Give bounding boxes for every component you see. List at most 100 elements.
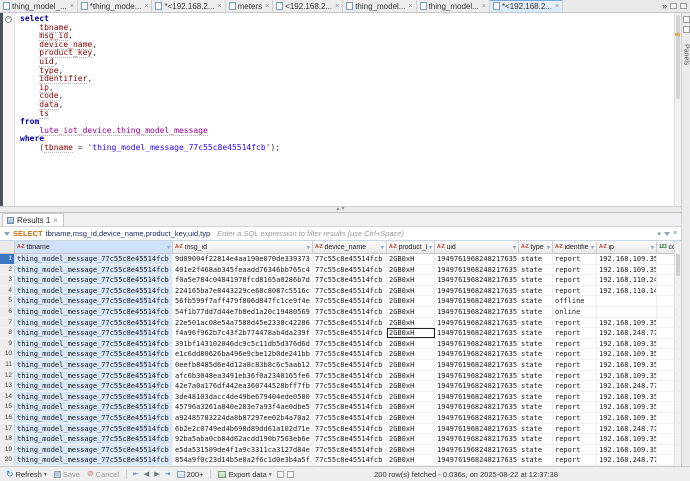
row-number[interactable]: 15 xyxy=(0,402,15,412)
cell-product_key[interactable]: 2GB0xH xyxy=(387,434,435,444)
editor-tab[interactable]: <192.168.2...× xyxy=(273,0,343,12)
cell-msg_id[interactable]: 224165ba7e8443229ce68c8087c5516c xyxy=(173,286,313,296)
cell-msg_id[interactable]: 42e7a0a176df442ea360744528bff7fb xyxy=(173,381,313,391)
cell-product_key[interactable]: 2GB0xH xyxy=(387,381,435,391)
cell-type[interactable]: state xyxy=(519,328,553,338)
cell-code[interactable]: 0 xyxy=(657,402,674,412)
cell-type[interactable]: state xyxy=(519,445,553,455)
row-number[interactable]: 14 xyxy=(0,392,15,402)
cell-ip[interactable]: 192.168.109.35 xyxy=(597,413,657,423)
cell-code[interactable]: 0 xyxy=(657,434,674,444)
cell-msg_id[interactable]: 22e501ac08e54a7588d45e2338c42286 xyxy=(173,318,313,328)
cell-device_name[interactable]: 77c55c8e45514fcb xyxy=(313,339,387,349)
export-data-button[interactable]: Export data ▾ xyxy=(216,470,273,479)
cell-uid[interactable]: 1949761968248217635 xyxy=(435,307,519,317)
cell-code[interactable]: 0 xyxy=(657,360,674,370)
cell-device_name[interactable]: 77c55c8e45514fcb xyxy=(313,307,387,317)
cell-code[interactable]: 0 xyxy=(657,328,674,338)
cell-tbname[interactable]: thing_model_message_77c55c8e45514fcb xyxy=(15,392,173,402)
cell-tbname[interactable]: thing_model_message_77c55c8e45514fcb xyxy=(15,339,173,349)
cell-ip[interactable]: 192.168.109.35 xyxy=(597,402,657,412)
cell-device_name[interactable]: 77c55c8e45514fcb xyxy=(313,381,387,391)
tab-close-icon[interactable]: × xyxy=(218,3,222,10)
cell-code[interactable]: 0 xyxy=(657,392,674,402)
cell-product_key[interactable]: 2GB0xH xyxy=(387,424,435,434)
table-row[interactable]: 18thing_model_message_77c55c8e45514fcb92… xyxy=(0,434,674,445)
cell-code[interactable]: 0 xyxy=(657,265,674,275)
fold-collapse-icon[interactable]: − xyxy=(5,16,12,23)
cell-identifier[interactable]: report xyxy=(553,275,597,285)
cell-ip[interactable]: 192.168.109.35 xyxy=(597,392,657,402)
table-row[interactable]: 19thing_model_message_77c55c8e45514fcbe5… xyxy=(0,445,674,456)
cell-msg_id[interactable]: e5da531509de4f1a9c3311ca3127d84e xyxy=(173,445,313,455)
cell-product_key[interactable]: 2GB0xH xyxy=(387,286,435,296)
filter-history-chevron-icon[interactable]: ▾ xyxy=(657,230,661,238)
row-number[interactable]: 18 xyxy=(0,434,15,444)
tab-close-icon[interactable]: × xyxy=(265,3,269,10)
editor-tab[interactable]: thing_model...× xyxy=(343,0,416,12)
cell-uid[interactable]: 1949761968248217635 xyxy=(435,265,519,275)
cell-msg_id[interactable]: 854a9f0c23d14b5e8a2f6c1d0e3b4a5f xyxy=(173,455,313,465)
cell-ip[interactable]: 192.168.109.35 xyxy=(597,265,657,275)
cell-code[interactable]: 0 xyxy=(657,455,674,465)
cell-product_key[interactable]: 2GB0xH xyxy=(387,360,435,370)
cell-tbname[interactable]: thing_model_message_77c55c8e45514fcb xyxy=(15,296,173,306)
editor-tab[interactable]: *<192.168.2...× xyxy=(490,0,563,12)
cell-tbname[interactable]: thing_model_message_77c55c8e45514fcb xyxy=(15,455,173,465)
cell-identifier[interactable]: report xyxy=(553,434,597,444)
cell-identifier[interactable]: report xyxy=(553,328,597,338)
cell-identifier[interactable]: report xyxy=(553,455,597,465)
cell-identifier[interactable]: online xyxy=(553,307,597,317)
tab-close-icon[interactable]: × xyxy=(555,3,559,10)
scrollbar-thumb[interactable] xyxy=(676,15,680,99)
table-row[interactable]: 13thing_model_message_77c55c8e45514fcb42… xyxy=(0,381,674,392)
cell-ip[interactable]: 192.168.109.35 xyxy=(597,434,657,444)
cell-device_name[interactable]: 77c55c8e45514fcb xyxy=(313,371,387,381)
cell-type[interactable]: state xyxy=(519,265,553,275)
sql-code[interactable]: select tbname, msg_id, device_name, prod… xyxy=(15,13,681,206)
cell-device_name[interactable]: 77c55c8e45514fcb xyxy=(313,392,387,402)
row-number[interactable]: 6 xyxy=(0,307,15,317)
cell-uid[interactable]: 1949761968248217635 xyxy=(435,402,519,412)
cell-uid[interactable]: 1949761968248217635 xyxy=(435,318,519,328)
filter-arrow-icon[interactable]: ▾ xyxy=(381,244,384,251)
value-panel-toggle-icon[interactable] xyxy=(277,471,284,478)
cell-ip[interactable] xyxy=(597,307,657,317)
cell-tbname[interactable]: thing_model_message_77c55c8e45514fcb xyxy=(15,381,173,391)
row-number[interactable]: 4 xyxy=(0,286,15,296)
table-row[interactable]: 6thing_model_message_77c55c8e45514fcb54f… xyxy=(0,307,674,318)
cell-type[interactable]: state xyxy=(519,286,553,296)
cell-ip[interactable]: 192.168.109.35 xyxy=(597,445,657,455)
table-row[interactable]: 11thing_model_message_77c55c8e45514fcb0e… xyxy=(0,360,674,371)
cell-code[interactable]: 0 xyxy=(657,381,674,391)
cell-uid[interactable]: 1949761968248217635 xyxy=(435,455,519,465)
cell-code[interactable]: 0 xyxy=(657,339,674,349)
cell-uid[interactable]: 1949761968248217635 xyxy=(435,413,519,423)
cell-code[interactable]: 0 xyxy=(657,275,674,285)
row-number[interactable]: 12 xyxy=(0,371,15,381)
cell-product_key[interactable]: 2GB0xH xyxy=(387,296,435,306)
table-row[interactable]: 17thing_model_message_77c55c8e45514fcb6b… xyxy=(0,424,674,435)
filter-arrow-icon[interactable]: ▾ xyxy=(591,244,594,251)
cell-identifier[interactable]: report xyxy=(553,265,597,275)
table-row[interactable]: 12thing_model_message_77c55c8e45514fcbaf… xyxy=(0,371,674,382)
editor-tab[interactable]: thing_model_...× xyxy=(0,0,78,12)
save-button[interactable]: Save xyxy=(52,470,82,479)
editor-results-splitter[interactable]: ▴ ▾ xyxy=(0,206,681,213)
editor-tab[interactable]: thing_model...× xyxy=(417,0,490,12)
results-tab-close-icon[interactable]: × xyxy=(53,217,58,225)
first-row-icon[interactable]: ⇤ xyxy=(132,470,140,478)
tab-close-icon[interactable]: × xyxy=(482,3,486,10)
cell-identifier[interactable]: report xyxy=(553,402,597,412)
cell-product_key[interactable]: 2GB0xH xyxy=(387,455,435,465)
refresh-dropdown-icon[interactable]: ▾ xyxy=(44,471,47,478)
cell-ip[interactable]: 192.168.110.146 xyxy=(597,286,657,296)
cell-ip[interactable]: 192.168.248.77 xyxy=(597,455,657,465)
cell-type[interactable]: state xyxy=(519,254,553,264)
cell-tbname[interactable]: thing_model_message_77c55c8e45514fcb xyxy=(15,254,173,264)
cell-product_key[interactable]: 2GB0xH xyxy=(387,349,435,359)
cell-ip[interactable]: 192.168.109.35 xyxy=(597,339,657,349)
cell-type[interactable]: state xyxy=(519,371,553,381)
cell-identifier[interactable]: report xyxy=(553,381,597,391)
cell-product_key[interactable]: 2GB0xH xyxy=(387,402,435,412)
